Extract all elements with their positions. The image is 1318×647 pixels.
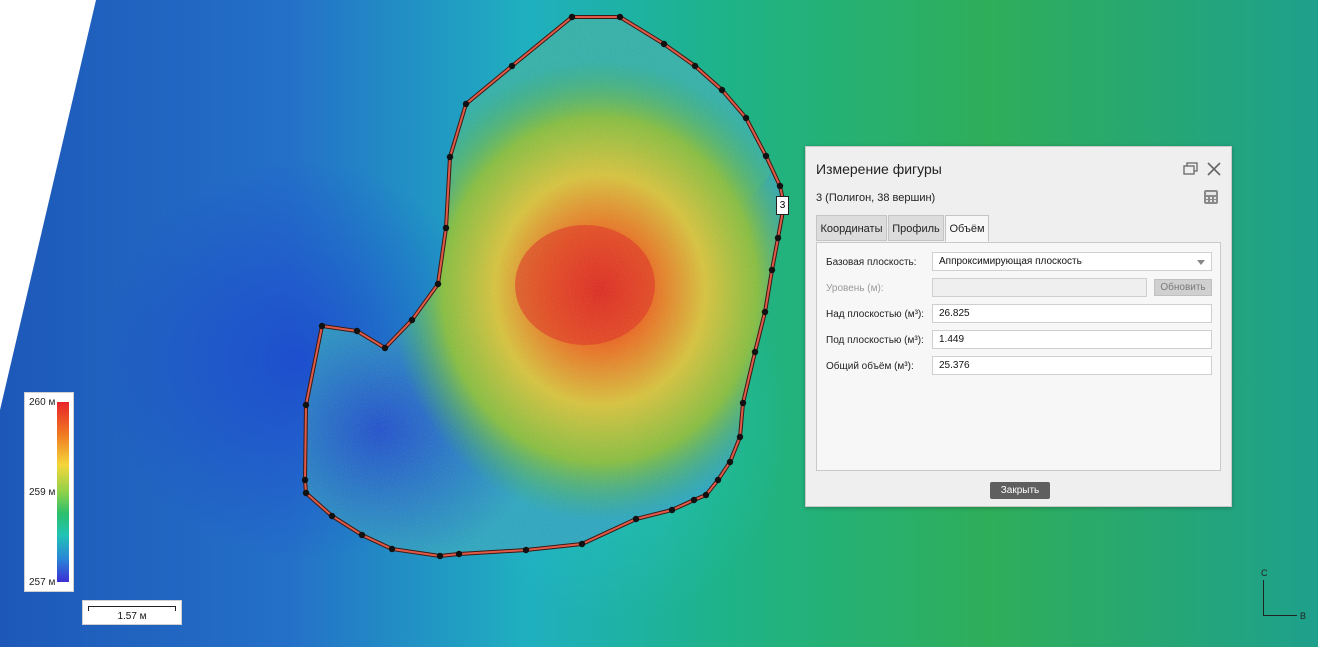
- below-plane-label: Под плоскостью (м³):: [826, 335, 924, 346]
- vertex-number-label: 3: [776, 196, 789, 215]
- chevron-down-icon: [1197, 260, 1205, 265]
- polygon-vertex-handle[interactable]: [442, 224, 450, 232]
- polygon-vertex-handle[interactable]: [436, 552, 444, 560]
- polygon-vertex-handle[interactable]: [718, 86, 726, 94]
- polygon-vertex-handle[interactable]: [702, 491, 710, 499]
- polygon-vertex-handle[interactable]: [690, 496, 698, 504]
- close-icon[interactable]: [1205, 160, 1223, 178]
- polygon-vertex-handle[interactable]: [616, 13, 624, 21]
- base-plane-select[interactable]: Аппроксимирующая плоскость: [932, 252, 1212, 271]
- shape-info: 3 (Полигон, 38 вершин): [816, 192, 936, 204]
- compass-vertical-axis: [1263, 580, 1264, 616]
- legend-color-ramp: [57, 402, 69, 582]
- polygon-vertex-handle[interactable]: [318, 322, 326, 330]
- polygon-vertex-handle[interactable]: [632, 515, 640, 523]
- polygon-vertex-handle[interactable]: [353, 327, 361, 335]
- polygon-vertex-handle[interactable]: [751, 348, 759, 356]
- polygon-vertex-handle[interactable]: [568, 13, 576, 21]
- polygon-vertex-handle[interactable]: [434, 280, 442, 288]
- level-label: Уровень (м):: [826, 283, 884, 294]
- polygon-vertex-handle[interactable]: [358, 531, 366, 539]
- shape-measurement-dialog: Измерение фигуры 3 (Полигон, 38 вершин) …: [805, 146, 1232, 507]
- polygon-vertex-handle[interactable]: [768, 266, 776, 274]
- polygon-vertex-handle[interactable]: [668, 506, 676, 514]
- polygon-vertex-handle[interactable]: [761, 308, 769, 316]
- polygon-vertex-handle[interactable]: [462, 100, 470, 108]
- polygon-vertex-handle[interactable]: [328, 512, 336, 520]
- polygon-vertex-handle[interactable]: [691, 62, 699, 70]
- polygon-vertex-handle[interactable]: [381, 344, 389, 352]
- polygon-vertex-handle[interactable]: [742, 114, 750, 122]
- tab-profile[interactable]: Профиль: [888, 215, 944, 241]
- polygon-vertex-handle[interactable]: [660, 40, 668, 48]
- compass-horizontal-axis: [1263, 615, 1297, 616]
- scale-bar: 1.57 м: [82, 600, 182, 625]
- legend-max-label: 260 м: [29, 397, 56, 408]
- elevation-legend: 260 м 259 м 257 м: [24, 392, 74, 592]
- polygon-vertex-handle[interactable]: [522, 546, 530, 554]
- polygon-vertex-handle[interactable]: [455, 550, 463, 558]
- polygon-vertex-handle[interactable]: [302, 401, 310, 409]
- below-plane-value[interactable]: 1.449: [932, 330, 1212, 349]
- restore-window-icon[interactable]: [1182, 160, 1200, 178]
- level-input[interactable]: [932, 278, 1147, 297]
- polygon-vertex-handle[interactable]: [762, 152, 770, 160]
- polygon-vertex-handle[interactable]: [302, 489, 310, 497]
- total-volume-label: Общий объём (м³):: [826, 361, 914, 372]
- volume-panel: Базовая плоскость: Аппроксимирующая плос…: [816, 242, 1221, 471]
- polygon-vertex-handle[interactable]: [714, 476, 722, 484]
- dialog-title: Измерение фигуры: [816, 161, 942, 177]
- polygon-vertex-handle[interactable]: [446, 153, 454, 161]
- polygon-vertex-handle[interactable]: [726, 458, 734, 466]
- polygon-vertex-handle[interactable]: [301, 476, 309, 484]
- polygon-vertex-handle[interactable]: [776, 182, 784, 190]
- base-plane-label: Базовая плоскость:: [826, 257, 917, 268]
- polygon-vertex-handle[interactable]: [408, 316, 416, 324]
- polygon-vertex-handle[interactable]: [508, 62, 516, 70]
- compass-east-label: В: [1300, 611, 1307, 621]
- base-plane-value: Аппроксимирующая плоскость: [939, 256, 1082, 267]
- tab-coordinates[interactable]: Координаты: [816, 215, 887, 241]
- polygon-vertex-handle[interactable]: [578, 540, 586, 548]
- compass-north-label: С: [1261, 568, 1268, 578]
- polygon-vertex-handle[interactable]: [388, 545, 396, 553]
- refresh-button[interactable]: Обновить: [1154, 279, 1212, 296]
- north-arrow: С В: [1252, 566, 1312, 626]
- polygon-vertex-handle[interactable]: [736, 433, 744, 441]
- total-volume-value[interactable]: 25.376: [932, 356, 1212, 375]
- legend-min-label: 257 м: [29, 577, 56, 588]
- legend-mid-label: 259 м: [29, 487, 56, 498]
- calculator-icon[interactable]: [1203, 189, 1219, 205]
- tab-volume[interactable]: Объём: [945, 215, 989, 242]
- polygon-vertex-handle[interactable]: [739, 399, 747, 407]
- scale-bar-label: 1.57 м: [117, 611, 147, 622]
- close-button[interactable]: Закрыть: [990, 482, 1050, 499]
- above-plane-label: Над плоскостью (м³):: [826, 309, 925, 320]
- polygon-vertex-handle[interactable]: [774, 234, 782, 242]
- above-plane-value[interactable]: 26.825: [932, 304, 1212, 323]
